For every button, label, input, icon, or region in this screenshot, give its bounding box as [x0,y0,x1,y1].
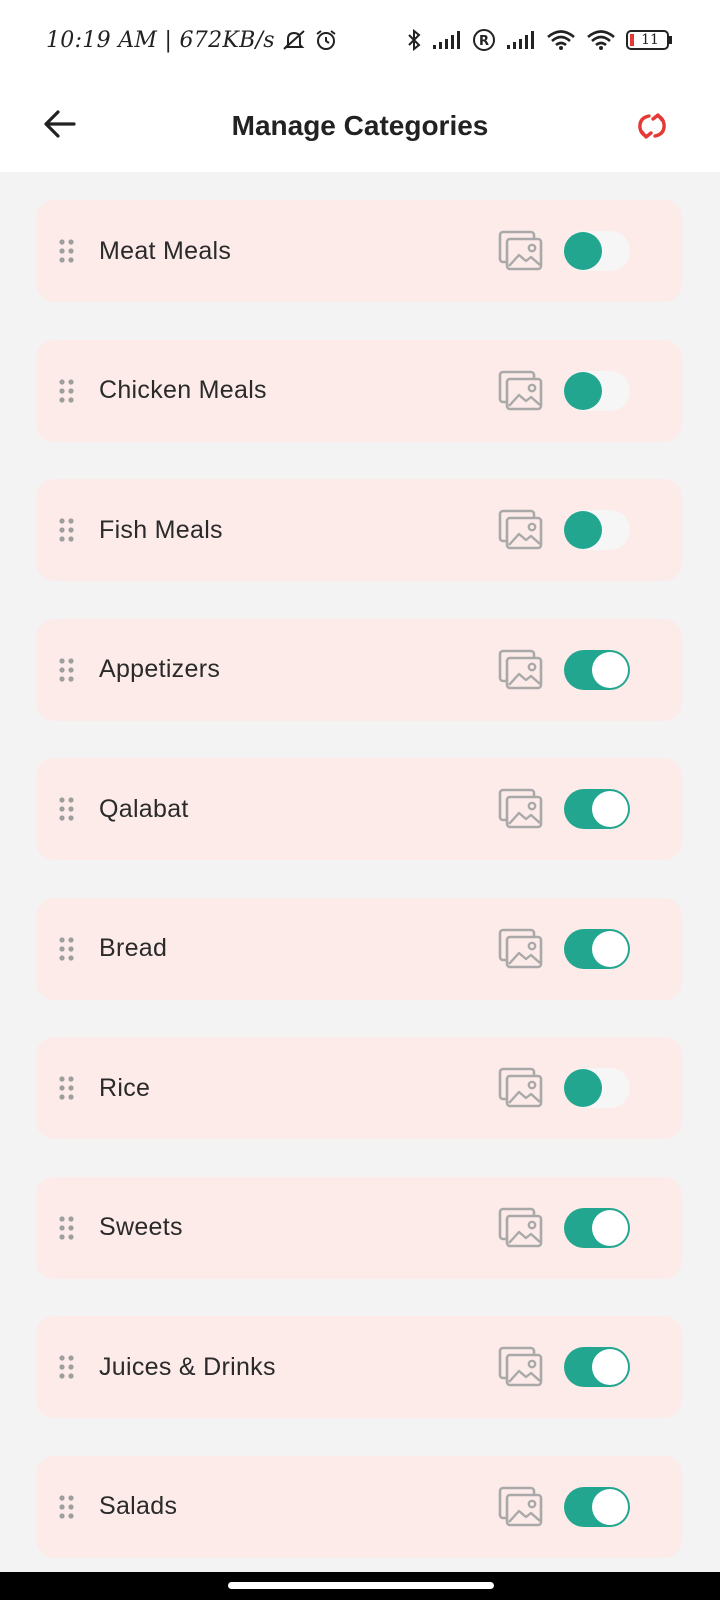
status-left: 10:19 AM | 672KB/s [46,28,339,53]
image-gallery-icon [498,370,543,410]
arrow-left-icon [44,110,76,138]
drag-handle-icon[interactable] [58,1215,76,1241]
category-label: Salads [99,1492,178,1520]
category-label: Juices & Drinks [99,1352,276,1381]
category-row[interactable]: Chicken Meals [36,339,682,442]
category-row[interactable]: Bread [36,897,682,1000]
toggle-thumb [564,232,602,270]
image-button[interactable] [498,509,544,551]
image-gallery-icon [498,230,543,271]
back-button[interactable] [38,102,82,146]
battery-level: 11 [641,32,659,48]
refresh-button[interactable] [630,104,674,148]
toggle-thumb [592,1209,628,1246]
image-button[interactable] [498,370,544,412]
category-row[interactable]: Juices & Drinks [36,1316,682,1418]
category-label: Rice [99,1073,151,1102]
toggle-thumb [564,1069,602,1107]
toggle-thumb [592,791,628,827]
image-button[interactable] [498,788,544,830]
visibility-toggle[interactable] [564,231,630,271]
category-label: Fish Meals [99,515,223,544]
wifi-icon [546,29,576,51]
drag-handle-icon[interactable] [58,517,76,543]
refresh-icon [638,113,666,139]
drag-handle-icon[interactable] [58,1075,76,1101]
toggle-thumb [564,371,602,410]
toggle-thumb [592,930,628,967]
category-row[interactable]: Appetizers [36,618,682,721]
home-indicator[interactable] [228,1582,494,1589]
mute-icon [281,28,307,52]
system-nav-bar [0,1572,720,1600]
visibility-toggle[interactable] [564,1068,630,1108]
status-bar: 10:19 AM | 672KB/s R 11 [0,0,720,80]
category-label: Bread [99,934,168,962]
category-label: Qalabat [99,794,189,823]
image-gallery-icon [498,509,543,550]
drag-handle-icon[interactable] [58,1494,76,1520]
signal-icon [506,30,536,50]
image-gallery-icon [498,1486,543,1526]
image-button[interactable] [498,230,544,272]
category-label: Sweets [99,1213,183,1241]
category-list: Meat Meals Chicken Meals Fish Meals Appe… [36,200,682,1595]
toggle-thumb [592,1349,628,1385]
visibility-toggle[interactable] [564,1486,630,1527]
visibility-toggle[interactable] [564,649,630,690]
image-gallery-icon [498,1207,543,1247]
toggle-thumb [592,651,628,688]
signal-icon [432,30,462,50]
roaming-icon: R [472,28,496,52]
visibility-toggle[interactable] [564,789,630,829]
image-gallery-icon [498,928,543,968]
drag-handle-icon[interactable] [58,238,76,264]
toggle-thumb [564,511,602,549]
image-button[interactable] [498,649,544,691]
visibility-toggle[interactable] [564,928,630,969]
drag-handle-icon[interactable] [58,378,76,404]
image-button[interactable] [498,1346,544,1388]
image-button[interactable] [498,928,544,970]
category-row[interactable]: Salads [36,1455,682,1558]
image-button[interactable] [498,1067,544,1109]
wifi-icon [586,29,616,51]
image-gallery-icon [498,1346,543,1387]
category-label: Meat Meals [99,236,232,265]
bluetooth-icon [406,28,422,52]
battery-icon: 11 [626,29,674,51]
toggle-thumb [592,1488,628,1525]
drag-handle-icon[interactable] [58,936,76,962]
category-row[interactable]: Sweets [36,1176,682,1279]
category-row[interactable]: Qalabat [36,758,682,860]
manage-categories-screen: 10:19 AM | 672KB/s R 11 Manage Categorie… [0,0,720,1600]
category-row[interactable]: Meat Meals [36,200,682,302]
page-title: Manage Categories [231,110,489,141]
image-gallery-icon [498,649,543,689]
svg-text:R: R [479,34,489,49]
category-label: Chicken Meals [99,376,267,404]
drag-handle-icon[interactable] [58,657,76,683]
visibility-toggle[interactable] [564,510,630,550]
app-bar: Manage Categories [0,80,720,172]
visibility-toggle[interactable] [564,1347,630,1387]
visibility-toggle[interactable] [564,1207,630,1248]
alarm-icon [313,28,339,52]
category-row[interactable]: Rice [36,1037,682,1139]
category-label: Appetizers [99,655,221,683]
status-right: R 11 [406,28,674,52]
drag-handle-icon[interactable] [58,1354,76,1380]
image-gallery-icon [498,788,543,829]
visibility-toggle[interactable] [564,370,630,411]
drag-handle-icon[interactable] [58,796,76,822]
image-gallery-icon [498,1067,543,1108]
category-row[interactable]: Fish Meals [36,479,682,581]
status-time-speed: 10:19 AM | 672KB/s [46,27,275,53]
image-button[interactable] [498,1486,544,1528]
image-button[interactable] [498,1207,544,1249]
